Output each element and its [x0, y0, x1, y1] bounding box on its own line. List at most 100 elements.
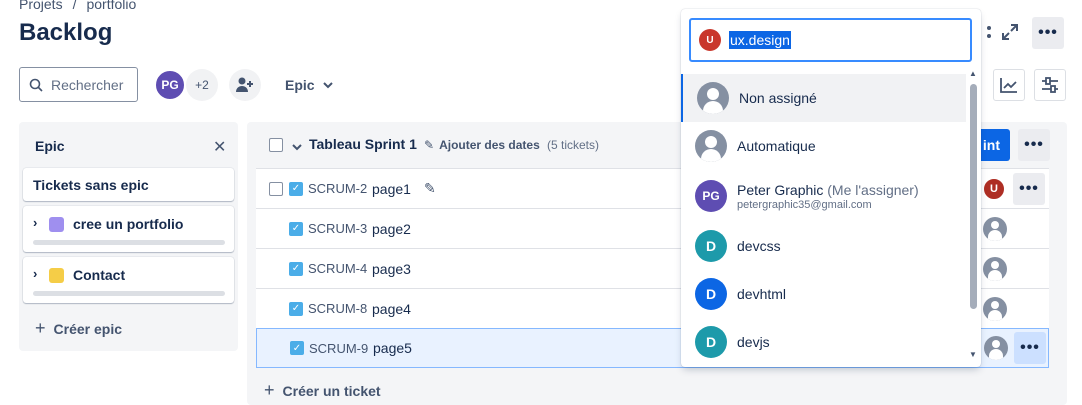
avatar: U — [699, 29, 721, 51]
epic-filter-label: Epic — [285, 77, 315, 93]
story-icon: ✓ — [290, 341, 304, 355]
option-label: Automatique — [737, 138, 816, 154]
no-epic-label: Tickets sans epic — [33, 177, 149, 193]
ticket-summary[interactable]: page4 — [372, 301, 411, 317]
story-icon: ✓ — [289, 261, 303, 276]
avatar[interactable]: PG — [154, 69, 186, 101]
option-note: (Me l'assigner) — [827, 181, 919, 198]
epic-panel-title: Epic — [35, 138, 65, 154]
assignee-avatar[interactable]: U — [982, 176, 1006, 201]
avatar: D — [695, 278, 727, 310]
epic-panel: Epic ✕ Tickets sans epic › cree un portf… — [19, 122, 238, 351]
breadcrumb: Projets / portfolio — [19, 0, 136, 12]
epic-progress-bar — [33, 240, 225, 245]
more-actions-button[interactable]: ••• — [1032, 17, 1064, 49]
create-ticket-label: Créer un ticket — [282, 382, 381, 399]
epic-filter-dropdown[interactable]: Epic — [285, 77, 333, 93]
epic-progress-bar — [33, 291, 225, 296]
ticket-key[interactable]: SCRUM-4 — [308, 261, 367, 276]
insights-button[interactable] — [993, 69, 1025, 101]
assignee-dropdown: U ux.design Non assigné Automatique PG P… — [681, 9, 981, 367]
fullscreen-icon[interactable] — [998, 20, 1022, 44]
avatar: D — [695, 326, 727, 358]
edit-pencil-icon[interactable]: ✎ — [424, 180, 436, 197]
ticket-summary[interactable]: page3 — [372, 261, 411, 277]
epic-card[interactable]: › Contact — [23, 257, 234, 303]
option-label: devcss — [737, 238, 781, 254]
avatar: PG — [695, 180, 727, 212]
breadcrumb-portfolio[interactable]: portfolio — [86, 0, 136, 12]
chevron-right-icon[interactable]: › — [33, 266, 37, 281]
breadcrumb-separator: / — [72, 0, 77, 12]
option-devjs[interactable]: D devjs — [681, 318, 966, 366]
create-epic-label: Créer epic — [53, 320, 122, 337]
option-label: Non assigné — [739, 90, 817, 106]
search-input[interactable]: Rechercher — [19, 67, 138, 102]
unassigned-avatar-icon[interactable] — [984, 336, 1008, 360]
sprint-more-button[interactable]: ••• — [1018, 129, 1050, 161]
collapse-chevron-icon[interactable] — [292, 138, 302, 156]
view-settings-button[interactable] — [1034, 69, 1066, 101]
create-epic-button[interactable]: + Créer epic — [35, 318, 122, 339]
epic-name: cree un portfolio — [73, 216, 184, 232]
create-ticket-button[interactable]: + Créer un ticket — [264, 380, 381, 401]
ticket-key[interactable]: SCRUM-9 — [309, 341, 368, 356]
ticket-key[interactable]: SCRUM-3 — [308, 221, 367, 236]
option-peter-graphic[interactable]: PG Peter Graphic (Me l'assigner) petergr… — [681, 170, 966, 222]
ticket-more-button[interactable]: ••• — [1014, 332, 1046, 364]
sprint-select-checkbox[interactable] — [269, 138, 283, 152]
page-title: Backlog — [19, 19, 113, 46]
option-unassigned[interactable]: Non assigné — [681, 74, 966, 122]
ticket-more-button[interactable]: ••• — [1013, 172, 1045, 205]
breadcrumb-projects[interactable]: Projets — [19, 0, 63, 12]
story-icon: ✓ — [289, 301, 303, 316]
ticket-count: (5 tickets) — [547, 138, 600, 152]
more-avatars-badge[interactable]: +2 — [186, 69, 218, 101]
add-dates-button[interactable]: ✎ Ajouter des dates — [424, 138, 540, 152]
plus-icon: + — [264, 380, 275, 400]
story-icon: ✓ — [289, 221, 303, 236]
ticket-key[interactable]: SCRUM-8 — [308, 301, 367, 316]
option-automatic[interactable]: Automatique — [681, 122, 966, 170]
close-icon[interactable]: ✕ — [213, 137, 226, 157]
chevron-right-icon[interactable]: › — [33, 215, 37, 230]
option-label: devjs — [737, 334, 770, 350]
scroll-up-icon[interactable]: ▲ — [969, 69, 977, 78]
no-epic-card[interactable]: Tickets sans epic — [23, 168, 234, 201]
add-person-icon — [236, 77, 253, 92]
assignee-search-input[interactable]: U ux.design — [689, 18, 972, 62]
ticket-summary[interactable]: page2 — [372, 221, 411, 237]
person-icon — [695, 130, 727, 162]
scroll-down-icon[interactable]: ▼ — [969, 350, 977, 359]
unassigned-avatar-icon[interactable] — [983, 256, 1007, 281]
settings-sliders-icon — [1042, 77, 1058, 93]
pencil-icon: ✎ — [424, 138, 435, 152]
add-people-button[interactable] — [229, 69, 261, 101]
chart-icon — [1000, 78, 1017, 93]
story-icon: ✓ — [289, 181, 303, 196]
epic-name: Contact — [73, 267, 126, 283]
scrollbar-thumb[interactable] — [970, 84, 977, 309]
epic-color-swatch — [49, 268, 64, 283]
person-icon — [697, 82, 729, 114]
option-email: petergraphic35@gmail.com — [737, 198, 872, 211]
ticket-summary[interactable]: page1 — [372, 181, 411, 197]
plus-icon: + — [35, 318, 46, 338]
option-devcss[interactable]: D devcss — [681, 222, 966, 270]
epic-color-swatch — [49, 217, 64, 232]
chevron-down-icon — [322, 81, 333, 88]
search-placeholder: Rechercher — [51, 76, 124, 93]
ticket-checkbox[interactable] — [269, 181, 283, 196]
start-sprint-label: int — [982, 137, 1000, 153]
epic-card[interactable]: › cree un portfolio — [23, 206, 234, 252]
search-icon — [29, 78, 43, 92]
assignee-search-value[interactable]: ux.design — [729, 31, 791, 49]
option-label: devhtml — [737, 286, 787, 302]
sprint-name: Tableau Sprint 1 — [309, 136, 417, 152]
ticket-summary[interactable]: page5 — [373, 340, 412, 356]
option-devhtml[interactable]: D devhtml — [681, 270, 966, 318]
unassigned-avatar-icon[interactable] — [983, 216, 1007, 241]
option-label: Peter Graphic — [737, 181, 824, 198]
ticket-key[interactable]: SCRUM-2 — [308, 181, 367, 196]
unassigned-avatar-icon[interactable] — [983, 296, 1007, 321]
